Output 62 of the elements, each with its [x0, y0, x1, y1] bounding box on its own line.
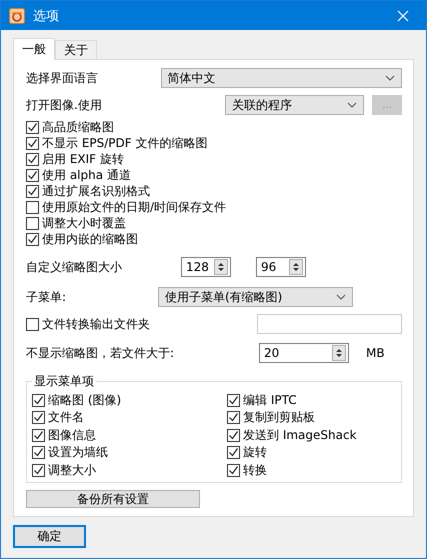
option-checkbox[interactable]: 调整大小时覆盖 — [26, 215, 402, 231]
menu-item-checkbox[interactable]: 编辑 IPTC — [227, 392, 395, 408]
menu-item-checkbox[interactable]: 调整大小 — [32, 462, 227, 478]
output-folder-checkbox[interactable]: 文件转换输出文件夹 — [26, 316, 150, 332]
menu-item-checkbox[interactable]: 发送到 ImageShack — [227, 427, 395, 443]
menu-item-checkbox[interactable]: 转换 — [227, 462, 395, 478]
checkmark-icon — [228, 394, 239, 406]
ok-button[interactable]: 确定 — [13, 525, 86, 548]
app-logo-icon — [9, 8, 25, 24]
tab[interactable]: 一般 — [13, 38, 55, 60]
checkmark-icon — [33, 464, 44, 476]
checkmark-icon — [27, 138, 38, 148]
chevron-down-icon — [385, 75, 395, 81]
spin-arrows-icon[interactable] — [332, 345, 346, 361]
option-checkbox[interactable]: 不显示 EPS/PDF 文件的缩略图 — [26, 135, 402, 151]
menu-item-checkbox[interactable]: 复制到剪贴板 — [227, 410, 395, 426]
chevron-down-icon — [347, 102, 358, 108]
number-spinner[interactable]: 20 — [259, 343, 349, 363]
checkmark-icon — [33, 412, 44, 423]
checkmark-icon — [228, 464, 239, 476]
checkmark-icon — [33, 394, 44, 406]
checkmark-icon — [27, 170, 38, 180]
chevron-down-icon — [336, 294, 346, 300]
checkmark-icon — [33, 447, 44, 458]
field-label: 自定义缩略图大小 — [26, 258, 123, 276]
close-icon — [397, 10, 409, 22]
language-dropdown[interactable]: 简体中文 — [160, 68, 402, 88]
tab[interactable]: 关于 — [55, 40, 97, 59]
spin-arrows-icon[interactable] — [289, 259, 303, 275]
folder-input-field[interactable] — [257, 314, 402, 334]
backup-button[interactable]: 备份所有设置 — [26, 490, 200, 508]
option-checkbox[interactable]: 高品质缩略图 — [26, 119, 402, 135]
field-label: 选择界面语言 — [26, 70, 99, 86]
menu-item-checkbox[interactable]: 文件名 — [32, 410, 227, 426]
checkmark-icon — [228, 447, 239, 458]
option-checkbox[interactable]: 使用原始文件的日期/时间保存文件 — [26, 199, 402, 215]
number-spinner[interactable]: 128 — [181, 257, 231, 277]
option-checkbox[interactable]: 使用内嵌的缩略图 — [26, 231, 402, 247]
window-title: 选项 — [33, 8, 60, 24]
option-checkbox[interactable]: 通过扩展名识别格式 — [26, 183, 402, 199]
program-dropdown[interactable]: 关联的程序 — [224, 95, 364, 115]
checkmark-icon — [33, 430, 44, 440]
menu-item-checkbox[interactable]: 设置为墙纸 — [32, 444, 227, 460]
checkmark-icon — [228, 412, 239, 423]
submenu-dropdown[interactable]: 使用子菜单(有缩略图) — [158, 287, 353, 307]
unit-label: MB — [366, 346, 385, 360]
menu-item-checkbox[interactable]: 图像信息 — [32, 427, 227, 443]
checkmark-icon — [27, 186, 38, 196]
menu-item-checkbox[interactable]: 缩略图 (图像) — [32, 392, 227, 408]
field-label: 打开图像.使用 — [26, 96, 103, 114]
option-checkbox[interactable]: 启用 EXIF 旋转 — [26, 151, 402, 167]
option-checkbox[interactable]: 使用 alpha 通道 — [26, 167, 402, 183]
field-label: 子菜单: — [26, 288, 68, 306]
group-title: 显示菜单项 — [33, 373, 95, 390]
number-spinner[interactable]: 96 — [256, 257, 306, 277]
checkmark-icon — [27, 122, 38, 132]
checkmark-icon — [228, 430, 239, 440]
checkmark-icon — [27, 154, 38, 164]
field-label: 不显示缩略图，若文件大于: — [26, 344, 176, 362]
checkmark-icon — [27, 234, 38, 244]
menu-item-checkbox[interactable]: 旋转 — [227, 444, 395, 460]
spin-arrows-icon[interactable] — [214, 259, 228, 275]
